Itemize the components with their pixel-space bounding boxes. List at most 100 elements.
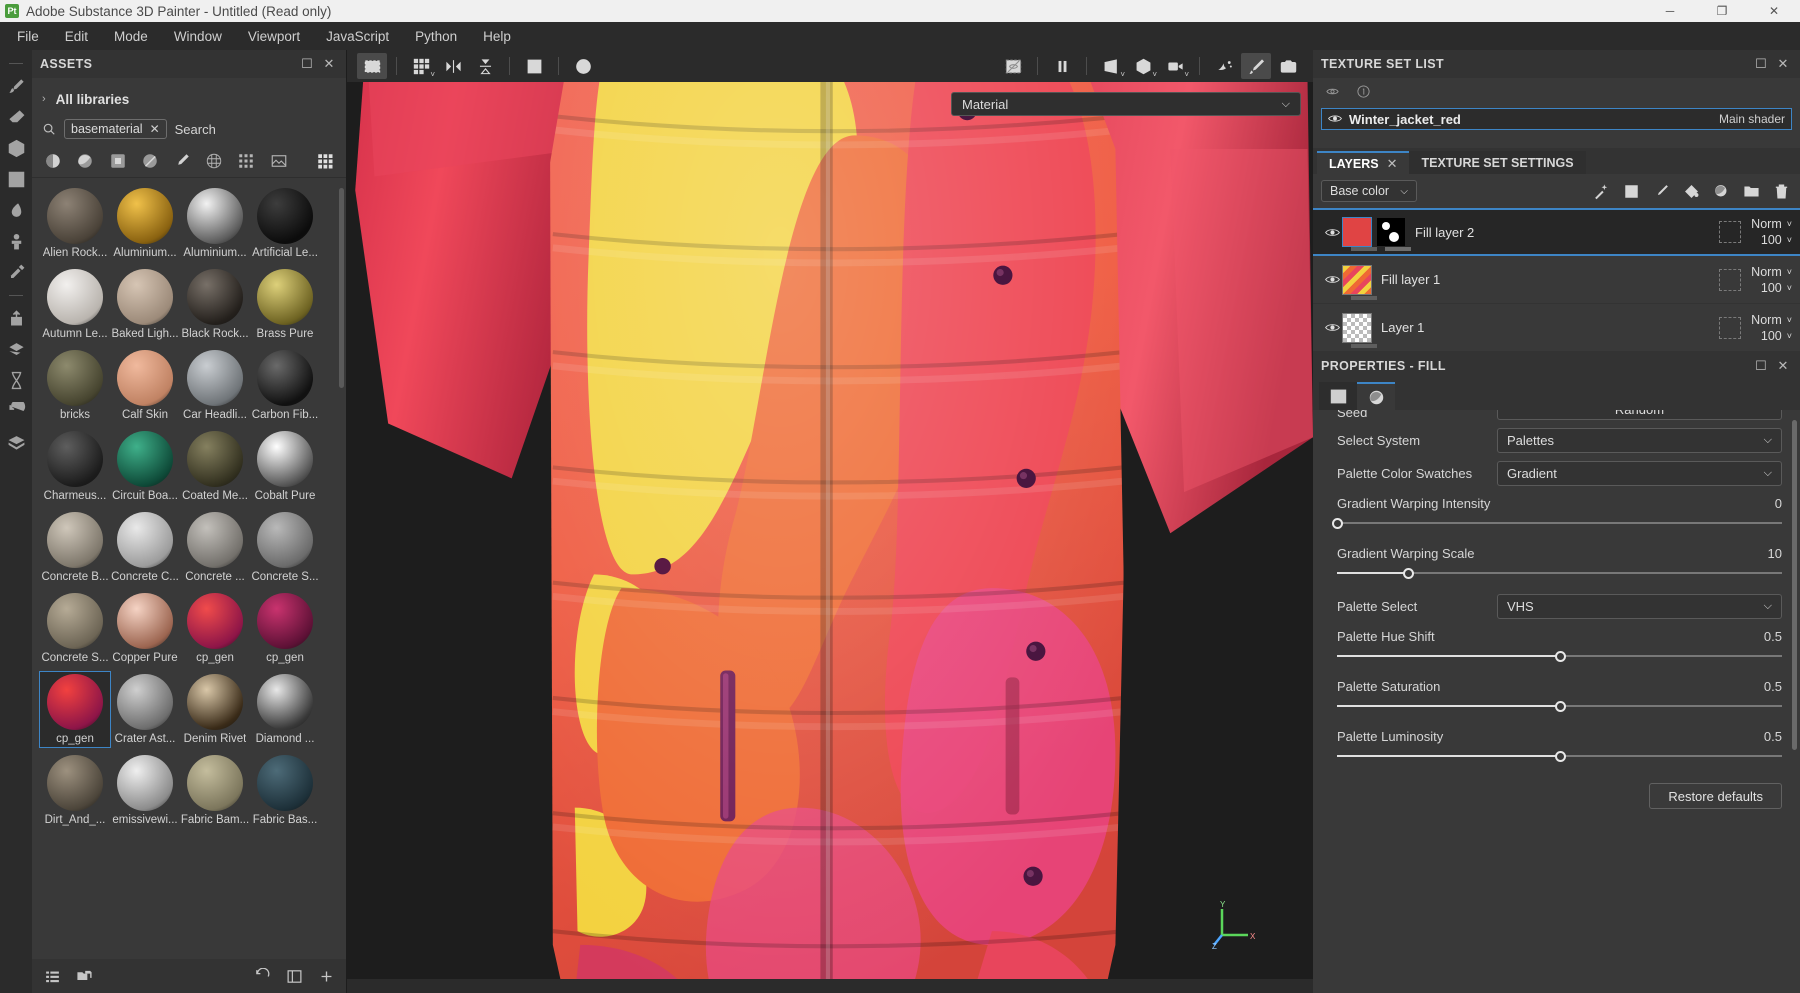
menu-viewport[interactable]: Viewport — [235, 24, 313, 49]
eraser-icon[interactable] — [2, 102, 30, 133]
open-box-icon[interactable] — [2, 427, 30, 458]
layer-row[interactable]: Fill layer 1 Norm ˅ 100 ˅ — [1313, 256, 1800, 304]
slider-knob[interactable] — [1554, 650, 1566, 662]
restore-defaults-button[interactable]: Restore defaults — [1649, 783, 1782, 809]
asset-item[interactable]: Black Rock... — [180, 267, 250, 342]
grid-sphere-icon[interactable] — [205, 151, 223, 170]
slider-knob[interactable] — [1332, 517, 1343, 529]
layer-row[interactable]: Layer 1 Norm ˅ 100 ˅ — [1313, 304, 1800, 352]
menu-help[interactable]: Help — [470, 24, 524, 49]
texture-set-item-winter-jacket-red[interactable]: Winter_jacket_red Main shader — [1321, 108, 1792, 130]
asset-item[interactable]: Concrete B... — [40, 510, 110, 585]
close-icon[interactable]: ✕ — [1387, 156, 1398, 172]
eyedropper-icon[interactable] — [2, 257, 30, 288]
asset-item[interactable]: Car Headli... — [180, 348, 250, 423]
grid-dots-icon[interactable]: ˅ — [406, 53, 436, 79]
property-dropdown[interactable]: Gradient ⌵ — [1497, 461, 1782, 486]
sphere-icon[interactable] — [1710, 180, 1732, 202]
asset-item[interactable]: bricks — [40, 348, 110, 423]
slider-knob[interactable] — [1403, 567, 1415, 579]
search-input[interactable]: Search — [175, 122, 216, 137]
asset-item[interactable]: Circuit Boa... — [110, 429, 180, 504]
visibility-icon[interactable] — [1321, 322, 1343, 333]
trash-icon[interactable] — [1770, 180, 1792, 202]
slider-knob[interactable] — [1554, 750, 1566, 762]
layer-thumbnail[interactable] — [1342, 217, 1372, 247]
pause-icon[interactable] — [1047, 53, 1077, 79]
paint-bucket-icon[interactable] — [1680, 180, 1702, 202]
asset-item[interactable]: Fabric Bam... — [180, 753, 250, 828]
layer-blend-mode[interactable]: Norm — [1751, 313, 1782, 327]
layer-channel-box[interactable] — [1719, 221, 1742, 243]
menu-javascript[interactable]: JavaScript — [313, 24, 402, 49]
close-icon[interactable]: ✕ — [150, 122, 160, 136]
list-view-icon[interactable] — [42, 966, 62, 986]
assets-scrollbar[interactable] — [339, 188, 344, 388]
hidden-eye-icon[interactable] — [998, 53, 1028, 79]
layer-thumbnail[interactable] — [1342, 264, 1372, 295]
revert-icon[interactable] — [568, 53, 598, 79]
minimize-button[interactable]: ─ — [1644, 0, 1696, 22]
undock-icon[interactable]: ☐ — [1752, 357, 1770, 375]
asset-item[interactable]: Concrete ... — [180, 510, 250, 585]
asset-item[interactable]: Charmeus... — [40, 429, 110, 504]
hourglass-icon[interactable] — [2, 365, 30, 396]
folder-icon[interactable] — [1740, 180, 1762, 202]
smart-material-icon[interactable] — [108, 151, 126, 170]
cube-projection-icon[interactable] — [2, 133, 30, 164]
3d-viewport[interactable]: Material ⌵ Y X Z — [347, 82, 1313, 979]
brush-icon[interactable] — [1650, 180, 1672, 202]
asset-item-selected[interactable]: cp_gen — [39, 671, 111, 748]
folder-stack-icon[interactable] — [74, 966, 94, 986]
asset-item[interactable]: Aluminium... — [180, 186, 250, 261]
layer-channel-box[interactable] — [1719, 268, 1742, 291]
texture-image-icon[interactable] — [270, 151, 288, 170]
menu-file[interactable]: File — [4, 24, 52, 49]
symmetry-axis-icon[interactable] — [470, 53, 500, 79]
window-icon[interactable] — [284, 966, 304, 986]
asset-item[interactable]: Brass Pure — [250, 267, 320, 342]
close-icon[interactable]: ✕ — [1774, 357, 1792, 375]
add-mask-icon[interactable] — [1620, 180, 1642, 202]
library-breadcrumb[interactable]: › All libraries — [32, 84, 346, 114]
triplanar-icon[interactable] — [519, 53, 549, 79]
asset-item[interactable]: Diamond ... — [250, 672, 320, 747]
visibility-icon[interactable] — [1328, 112, 1342, 127]
asset-item[interactable]: Cobalt Pure — [250, 429, 320, 504]
clone-stamp-icon[interactable] — [2, 226, 30, 257]
asset-item[interactable]: Denim Rivet — [180, 672, 250, 747]
alpha-grid-icon[interactable] — [237, 151, 255, 170]
particles-icon[interactable] — [1209, 53, 1239, 79]
tab-layers[interactable]: LAYERS ✕ — [1317, 151, 1410, 174]
grid-view-icon[interactable] — [316, 151, 334, 170]
menu-edit[interactable]: Edit — [52, 24, 101, 49]
seed-value[interactable]: Random — [1497, 410, 1782, 420]
symmetry-icon[interactable] — [438, 53, 468, 79]
export-icon[interactable] — [2, 303, 30, 334]
property-slider[interactable] — [1332, 516, 1782, 530]
material-icon[interactable] — [76, 151, 94, 170]
close-icon[interactable]: ✕ — [320, 55, 338, 73]
assets-grid[interactable]: Alien Rock... Aluminium... Aluminium... Art… — [32, 178, 346, 959]
material-selector-dropdown[interactable]: Material ⌵ — [951, 92, 1301, 116]
brush-icon[interactable] — [1241, 53, 1271, 79]
layer-blend-mode[interactable]: Norm — [1751, 217, 1782, 231]
layer-opacity[interactable]: 100 — [1761, 281, 1782, 295]
property-slider[interactable] — [1337, 749, 1782, 763]
asset-item[interactable]: Calf Skin — [110, 348, 180, 423]
eye-toggle-icon[interactable] — [1325, 84, 1340, 99]
layer-blend-mode[interactable]: Norm — [1751, 265, 1782, 279]
slider-knob[interactable] — [1554, 700, 1566, 712]
sphere-shade-icon[interactable] — [1357, 382, 1395, 410]
visibility-icon[interactable] — [1321, 274, 1343, 285]
asset-item[interactable]: Artificial Le... — [250, 186, 320, 261]
texture-set-shader[interactable]: Main shader — [1719, 112, 1785, 126]
undock-icon[interactable]: ☐ — [1752, 55, 1770, 73]
refresh-icon[interactable] — [2, 396, 30, 427]
brush-icon[interactable] — [2, 71, 30, 102]
layer-mask-thumbnail[interactable] — [1377, 218, 1405, 246]
layer-name[interactable]: Layer 1 — [1381, 320, 1424, 335]
camera-frustum-icon[interactable]: ˅ — [1096, 53, 1126, 79]
layer-opacity[interactable]: 100 — [1761, 329, 1782, 343]
channel-selector[interactable]: Base color ⌵ — [1321, 180, 1417, 202]
